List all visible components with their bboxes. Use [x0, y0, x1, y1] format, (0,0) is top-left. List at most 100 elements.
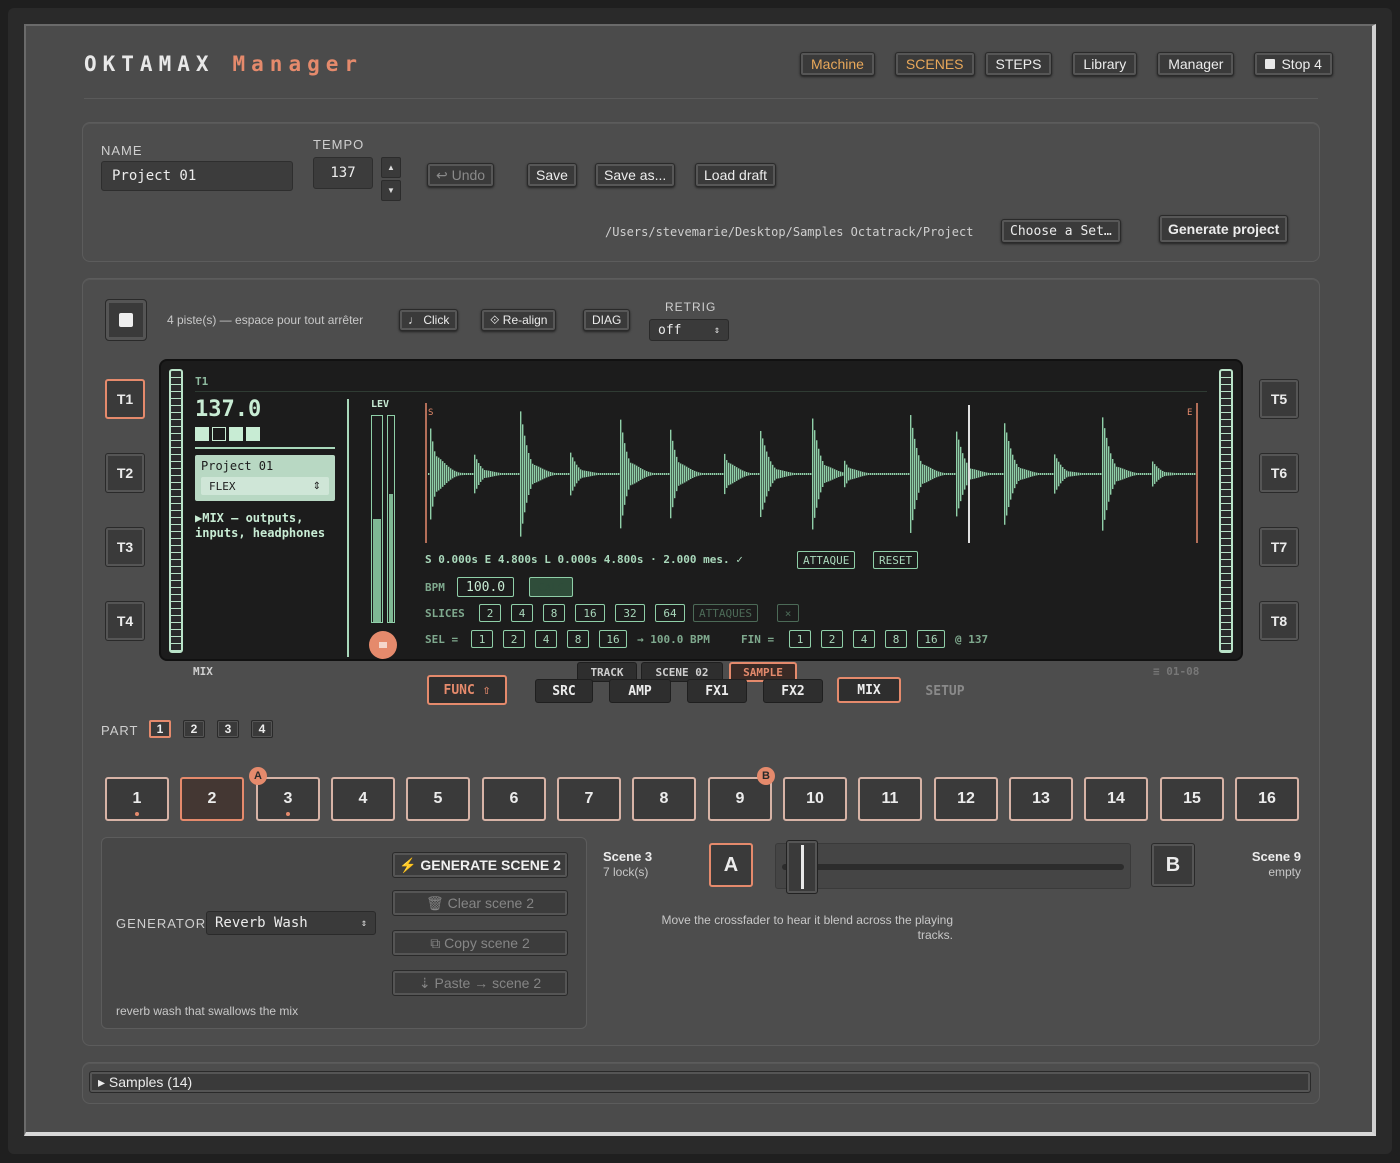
scene-b-button[interactable]: B: [1151, 843, 1195, 887]
fx2-button[interactable]: FX2: [763, 679, 823, 703]
load-draft-button[interactable]: Load draft: [695, 163, 777, 187]
sel-1[interactable]: 1: [471, 630, 493, 648]
fin-1[interactable]: 1: [789, 630, 811, 648]
track-button-t7[interactable]: T7: [1259, 527, 1299, 567]
src-button[interactable]: SRC: [535, 679, 593, 703]
waveform-bar: [954, 473, 956, 475]
func-button[interactable]: FUNC ⇧: [427, 675, 507, 705]
step-2[interactable]: 2: [180, 777, 244, 821]
fin-4[interactable]: 4: [853, 630, 875, 648]
slice-8[interactable]: 8: [543, 604, 565, 622]
tempo-input[interactable]: 137: [313, 157, 373, 189]
realign-button[interactable]: ⟐ Re-align: [481, 309, 557, 331]
track-button-t3[interactable]: T3: [105, 527, 145, 567]
diag-button[interactable]: DIAG: [583, 309, 631, 331]
copy-scene-button[interactable]: ⧉ Copy scene 2: [392, 930, 568, 956]
waveform-bar: [826, 465, 828, 483]
mix-button[interactable]: MIX: [837, 677, 901, 703]
nav-steps[interactable]: STEPS: [984, 52, 1053, 76]
sample-bpm[interactable]: 100.0: [457, 577, 515, 597]
level-knob[interactable]: [369, 631, 397, 659]
attaques-button[interactable]: ATTAQUES: [693, 604, 758, 622]
samples-toggle[interactable]: ▸ Samples (14): [89, 1071, 1311, 1093]
step-4[interactable]: 4: [331, 777, 395, 821]
step-5[interactable]: 5: [406, 777, 470, 821]
sel-4[interactable]: 4: [535, 630, 557, 648]
step-7[interactable]: 7: [557, 777, 621, 821]
attaque-button[interactable]: ATTAQUE: [797, 551, 856, 569]
slice-4[interactable]: 4: [511, 604, 533, 622]
setup-button[interactable]: SETUP: [913, 679, 977, 703]
waveform-bar: [844, 460, 846, 488]
waveform-bar: [1082, 473, 1084, 475]
nav-machine[interactable]: Machine: [800, 52, 875, 76]
crossfader-handle[interactable]: [786, 840, 819, 894]
generate-scene-button[interactable]: ⚡ GENERATE SCENE 2: [392, 852, 568, 878]
step-8[interactable]: 8: [632, 777, 696, 821]
generate-project-button[interactable]: Generate project: [1159, 215, 1289, 243]
retrig-select[interactable]: off ⇕: [649, 319, 729, 341]
part-2[interactable]: 2: [183, 720, 205, 738]
slices-label: SLICES: [425, 607, 465, 620]
step-11[interactable]: 11: [858, 777, 922, 821]
track-button-t6[interactable]: T6: [1259, 453, 1299, 493]
name-input[interactable]: Project 01: [101, 161, 293, 191]
save-as-button[interactable]: Save as...: [595, 163, 676, 187]
slice-16[interactable]: 16: [575, 604, 605, 622]
step-13[interactable]: 13: [1009, 777, 1073, 821]
fin-2[interactable]: 2: [821, 630, 843, 648]
step-16[interactable]: 16: [1235, 777, 1299, 821]
track-button-t1[interactable]: T1: [105, 379, 145, 419]
waveform-bar: [940, 472, 942, 476]
step-1[interactable]: 1: [105, 777, 169, 821]
track-button-t5[interactable]: T5: [1259, 379, 1299, 419]
sel-8[interactable]: 8: [567, 630, 589, 648]
tempo-down-icon[interactable]: ▼: [381, 180, 401, 201]
step-3[interactable]: 3: [256, 777, 320, 821]
track-button-t4[interactable]: T4: [105, 601, 145, 641]
waveform-bar: [614, 473, 616, 475]
undo-button[interactable]: ↩ Undo: [427, 163, 495, 187]
machine-select[interactable]: FLEX ⇕: [201, 477, 329, 495]
stop-button[interactable]: Stop 4: [1254, 52, 1333, 76]
fin-16[interactable]: 16: [917, 630, 945, 648]
nav-manager[interactable]: Manager: [1157, 52, 1235, 76]
project-box[interactable]: Project 01 FLEX ⇕: [195, 455, 335, 501]
amp-button[interactable]: AMP: [609, 679, 671, 703]
fin-8[interactable]: 8: [885, 630, 907, 648]
slice-32[interactable]: 32: [615, 604, 645, 622]
scene-a-button[interactable]: A: [709, 843, 753, 887]
part-4[interactable]: 4: [251, 720, 273, 738]
choose-set-button[interactable]: Choose a Set…: [1001, 219, 1121, 243]
part-1[interactable]: 1: [149, 720, 171, 738]
step-6[interactable]: 6: [482, 777, 546, 821]
track-button-t2[interactable]: T2: [105, 453, 145, 493]
step-15[interactable]: 15: [1160, 777, 1224, 821]
calc-button[interactable]: CALC: [529, 577, 573, 597]
nav-scenes[interactable]: SCENES: [894, 52, 975, 76]
waveform-bar: [916, 447, 918, 501]
fx1-button[interactable]: FX1: [687, 679, 747, 703]
generator-select[interactable]: Reverb Wash ⇕: [206, 911, 376, 935]
track-button-t8[interactable]: T8: [1259, 601, 1299, 641]
project-path: /Users/stevemarie/Desktop/Samples Octatr…: [605, 225, 974, 239]
tempo-up-icon[interactable]: ▲: [381, 157, 401, 178]
sel-16[interactable]: 16: [599, 630, 627, 648]
step-10[interactable]: 10: [783, 777, 847, 821]
clear-scene-button[interactable]: 🗑 Clear scene 2: [392, 890, 568, 916]
step-12[interactable]: 12: [934, 777, 998, 821]
crossfader-track[interactable]: [775, 840, 1131, 894]
part-3[interactable]: 3: [217, 720, 239, 738]
stop-all-button[interactable]: [105, 299, 147, 341]
waveform-bar: [774, 467, 776, 481]
nav-library[interactable]: Library: [1072, 52, 1138, 76]
slice-2[interactable]: 2: [479, 604, 501, 622]
clear-slices-icon[interactable]: ×: [777, 604, 799, 622]
click-button[interactable]: ♩ Click: [399, 309, 459, 331]
reset-button[interactable]: RESET: [873, 551, 919, 569]
paste-scene-button[interactable]: ⇣ Paste → scene 2: [392, 970, 568, 996]
slice-64[interactable]: 64: [655, 604, 685, 622]
step-14[interactable]: 14: [1084, 777, 1148, 821]
sel-2[interactable]: 2: [503, 630, 525, 648]
save-button[interactable]: Save: [527, 163, 577, 187]
